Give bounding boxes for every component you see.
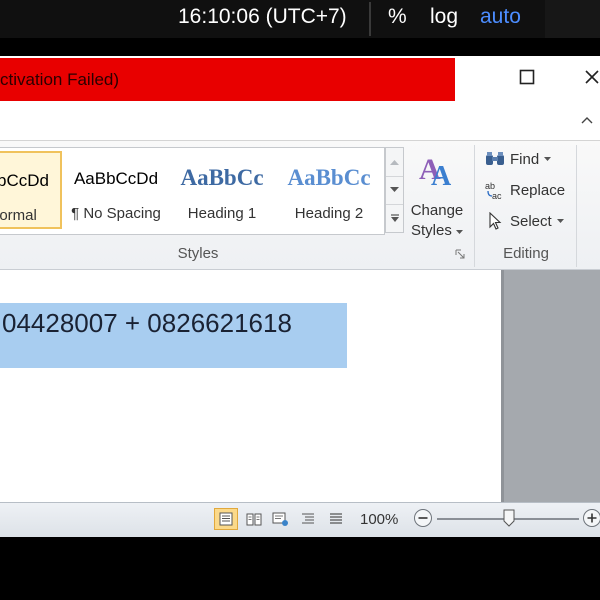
outline-view-button[interactable] [296, 508, 320, 530]
web-layout-icon [272, 512, 288, 526]
close-button[interactable] [575, 62, 600, 92]
binoculars-icon [484, 149, 506, 169]
chevron-down-icon [390, 187, 399, 192]
style-name: ¶ No Spacing [71, 205, 161, 222]
chevron-down-icon [556, 218, 564, 223]
style-sample: bCcDd [0, 171, 49, 190]
change-styles-label: Change Styles [406, 201, 468, 241]
window-title: ctivation Failed) [0, 58, 455, 101]
zoom-percent[interactable]: 100% [360, 511, 398, 528]
style-name: Heading 2 [294, 205, 364, 222]
status-bar: 100% [0, 502, 600, 537]
find-button[interactable]: Find [484, 147, 552, 171]
top-status-bar: 16:10:06 (UTC+7) % log auto [0, 0, 600, 38]
style-normal[interactable]: bCcDd lormal [0, 151, 62, 229]
document-page[interactable]: 04428007 + 0826621618 [0, 270, 501, 502]
cursor-arrow-icon [484, 211, 506, 231]
styles-dialog-launcher-icon[interactable] [455, 249, 465, 259]
change-styles-button[interactable]: A A Change Styles [406, 147, 468, 239]
gallery-more-button[interactable] [386, 204, 403, 232]
book-icon [246, 513, 262, 526]
gallery-scroll-up-button[interactable] [386, 148, 403, 177]
web-layout-view-button[interactable] [268, 508, 292, 530]
style-name: lormal [0, 207, 37, 224]
chevron-up-icon [390, 160, 399, 165]
svg-text:ab: ab [485, 181, 495, 191]
style-heading-2[interactable]: AaBbCc Heading 2 [279, 151, 379, 229]
percent-indicator[interactable]: % [388, 5, 407, 29]
style-sample: AaBbCcDd [73, 169, 159, 188]
editing-group: Find ab ac Replace Select Editing [476, 145, 576, 265]
log-button[interactable]: log [430, 5, 458, 29]
replace-label: Replace [510, 181, 566, 199]
replace-button[interactable]: ab ac Replace [484, 178, 565, 202]
svg-text:A: A [431, 161, 452, 191]
page-edge [501, 270, 504, 502]
style-sample: AaBbCc [287, 165, 371, 190]
minimize-button[interactable] [462, 62, 496, 92]
clock: 16:10:06 (UTC+7) [178, 5, 347, 28]
styles-gallery-scroller [385, 147, 404, 233]
styles-gallery: bCcDd lormal AaBbCcDd ¶ No Spacing AaBbC… [0, 147, 385, 235]
print-layout-icon [219, 512, 233, 526]
style-sample: AaBbCc [180, 165, 264, 190]
divider [369, 2, 371, 36]
change-styles-line1: Change [410, 202, 464, 219]
find-label: Find [510, 150, 540, 168]
change-styles-line2: Styles [410, 222, 452, 239]
style-name: Heading 1 [187, 205, 257, 222]
zoom-in-icon[interactable] [582, 508, 600, 528]
close-icon [585, 70, 599, 84]
zoom-slider-thumb[interactable] [503, 509, 515, 527]
gallery-scroll-down-button[interactable] [386, 176, 403, 205]
collapse-ribbon-icon[interactable] [580, 114, 594, 126]
group-divider [576, 145, 577, 267]
document-area: 04428007 + 0826621618 [0, 270, 600, 502]
maximize-button[interactable] [510, 62, 544, 92]
title-bar: ctivation Failed) [0, 56, 600, 102]
editing-group-label: Editing [503, 245, 549, 262]
ribbon: bCcDd lormal AaBbCcDd ¶ No Spacing AaBbC… [0, 141, 600, 270]
select-button[interactable]: Select [484, 209, 564, 233]
select-label: Select [510, 212, 552, 230]
word-window: ctivation Failed) bCcDd lormal AaBbCcDd … [0, 56, 600, 537]
document-text[interactable]: 04428007 + 0826621618 [2, 308, 292, 339]
change-styles-icon: A A [419, 153, 452, 191]
print-layout-view-button[interactable] [214, 508, 238, 530]
style-no-spacing[interactable]: AaBbCcDd ¶ No Spacing [66, 151, 166, 229]
auto-button[interactable]: auto [480, 5, 521, 29]
replace-icon: ab ac [484, 180, 506, 200]
group-divider [474, 145, 475, 267]
zoom-out-icon[interactable] [413, 508, 433, 528]
style-heading-1[interactable]: AaBbCc Heading 1 [172, 151, 272, 229]
svg-text:ac: ac [492, 191, 502, 200]
draft-icon [330, 513, 342, 524]
outline-icon [302, 513, 314, 524]
ribbon-tab-row [0, 102, 600, 141]
draft-view-button[interactable] [324, 508, 348, 530]
taskbar-right-area [545, 0, 600, 38]
full-screen-reading-view-button[interactable] [242, 508, 266, 530]
maximize-icon [519, 69, 535, 85]
chevron-down-icon [544, 156, 552, 161]
desktop-gap [0, 38, 600, 56]
more-icon [390, 213, 399, 222]
chevron-down-icon [456, 230, 464, 234]
styles-group-label: Styles [177, 245, 219, 262]
